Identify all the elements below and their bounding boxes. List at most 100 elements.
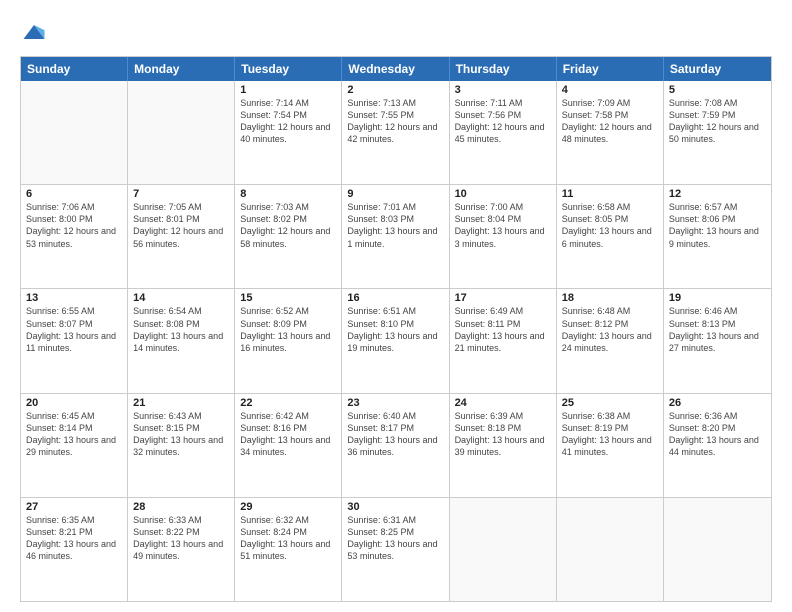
day-header-thursday: Thursday bbox=[450, 57, 557, 81]
day-info: Sunrise: 7:13 AMSunset: 7:55 PMDaylight:… bbox=[347, 97, 443, 146]
day-info: Sunrise: 6:49 AMSunset: 8:11 PMDaylight:… bbox=[455, 305, 551, 354]
day-cell-20: 20Sunrise: 6:45 AMSunset: 8:14 PMDayligh… bbox=[21, 394, 128, 497]
day-info: Sunrise: 6:38 AMSunset: 8:19 PMDaylight:… bbox=[562, 410, 658, 459]
day-cell-14: 14Sunrise: 6:54 AMSunset: 8:08 PMDayligh… bbox=[128, 289, 235, 392]
day-number: 20 bbox=[26, 397, 122, 409]
day-info: Sunrise: 6:33 AMSunset: 8:22 PMDaylight:… bbox=[133, 514, 229, 563]
calendar-body: 1Sunrise: 7:14 AMSunset: 7:54 PMDaylight… bbox=[21, 81, 771, 601]
day-header-saturday: Saturday bbox=[664, 57, 771, 81]
day-info: Sunrise: 6:55 AMSunset: 8:07 PMDaylight:… bbox=[26, 305, 122, 354]
day-cell-10: 10Sunrise: 7:00 AMSunset: 8:04 PMDayligh… bbox=[450, 185, 557, 288]
day-cell-24: 24Sunrise: 6:39 AMSunset: 8:18 PMDayligh… bbox=[450, 394, 557, 497]
day-number: 14 bbox=[133, 292, 229, 304]
day-info: Sunrise: 7:09 AMSunset: 7:58 PMDaylight:… bbox=[562, 97, 658, 146]
day-header-tuesday: Tuesday bbox=[235, 57, 342, 81]
day-number: 18 bbox=[562, 292, 658, 304]
day-number: 9 bbox=[347, 188, 443, 200]
day-cell-25: 25Sunrise: 6:38 AMSunset: 8:19 PMDayligh… bbox=[557, 394, 664, 497]
calendar-week-4: 20Sunrise: 6:45 AMSunset: 8:14 PMDayligh… bbox=[21, 393, 771, 497]
day-header-friday: Friday bbox=[557, 57, 664, 81]
day-number: 24 bbox=[455, 397, 551, 409]
day-number: 29 bbox=[240, 501, 336, 513]
day-cell-17: 17Sunrise: 6:49 AMSunset: 8:11 PMDayligh… bbox=[450, 289, 557, 392]
day-cell-7: 7Sunrise: 7:05 AMSunset: 8:01 PMDaylight… bbox=[128, 185, 235, 288]
day-info: Sunrise: 6:51 AMSunset: 8:10 PMDaylight:… bbox=[347, 305, 443, 354]
day-number: 15 bbox=[240, 292, 336, 304]
header bbox=[20, 18, 772, 46]
day-cell-26: 26Sunrise: 6:36 AMSunset: 8:20 PMDayligh… bbox=[664, 394, 771, 497]
day-info: Sunrise: 7:11 AMSunset: 7:56 PMDaylight:… bbox=[455, 97, 551, 146]
day-cell-30: 30Sunrise: 6:31 AMSunset: 8:25 PMDayligh… bbox=[342, 498, 449, 601]
day-cell-19: 19Sunrise: 6:46 AMSunset: 8:13 PMDayligh… bbox=[664, 289, 771, 392]
day-number: 30 bbox=[347, 501, 443, 513]
day-number: 2 bbox=[347, 84, 443, 96]
day-number: 23 bbox=[347, 397, 443, 409]
day-number: 19 bbox=[669, 292, 766, 304]
day-info: Sunrise: 6:31 AMSunset: 8:25 PMDaylight:… bbox=[347, 514, 443, 563]
day-cell-28: 28Sunrise: 6:33 AMSunset: 8:22 PMDayligh… bbox=[128, 498, 235, 601]
day-number: 5 bbox=[669, 84, 766, 96]
day-cell-15: 15Sunrise: 6:52 AMSunset: 8:09 PMDayligh… bbox=[235, 289, 342, 392]
day-cell-16: 16Sunrise: 6:51 AMSunset: 8:10 PMDayligh… bbox=[342, 289, 449, 392]
day-info: Sunrise: 7:08 AMSunset: 7:59 PMDaylight:… bbox=[669, 97, 766, 146]
empty-cell bbox=[450, 498, 557, 601]
day-info: Sunrise: 6:52 AMSunset: 8:09 PMDaylight:… bbox=[240, 305, 336, 354]
day-info: Sunrise: 6:40 AMSunset: 8:17 PMDaylight:… bbox=[347, 410, 443, 459]
day-cell-1: 1Sunrise: 7:14 AMSunset: 7:54 PMDaylight… bbox=[235, 81, 342, 184]
day-cell-8: 8Sunrise: 7:03 AMSunset: 8:02 PMDaylight… bbox=[235, 185, 342, 288]
day-cell-18: 18Sunrise: 6:48 AMSunset: 8:12 PMDayligh… bbox=[557, 289, 664, 392]
day-cell-6: 6Sunrise: 7:06 AMSunset: 8:00 PMDaylight… bbox=[21, 185, 128, 288]
empty-cell bbox=[557, 498, 664, 601]
empty-cell bbox=[664, 498, 771, 601]
day-info: Sunrise: 7:01 AMSunset: 8:03 PMDaylight:… bbox=[347, 201, 443, 250]
empty-cell bbox=[21, 81, 128, 184]
logo-icon bbox=[20, 18, 48, 46]
day-info: Sunrise: 6:43 AMSunset: 8:15 PMDaylight:… bbox=[133, 410, 229, 459]
day-number: 17 bbox=[455, 292, 551, 304]
day-cell-13: 13Sunrise: 6:55 AMSunset: 8:07 PMDayligh… bbox=[21, 289, 128, 392]
day-number: 6 bbox=[26, 188, 122, 200]
calendar-header-row: SundayMondayTuesdayWednesdayThursdayFrid… bbox=[21, 57, 771, 81]
day-info: Sunrise: 7:14 AMSunset: 7:54 PMDaylight:… bbox=[240, 97, 336, 146]
day-info: Sunrise: 6:58 AMSunset: 8:05 PMDaylight:… bbox=[562, 201, 658, 250]
logo bbox=[20, 18, 52, 46]
page: SundayMondayTuesdayWednesdayThursdayFrid… bbox=[0, 0, 792, 612]
day-number: 12 bbox=[669, 188, 766, 200]
day-info: Sunrise: 6:54 AMSunset: 8:08 PMDaylight:… bbox=[133, 305, 229, 354]
empty-cell bbox=[128, 81, 235, 184]
calendar-week-3: 13Sunrise: 6:55 AMSunset: 8:07 PMDayligh… bbox=[21, 288, 771, 392]
calendar-week-5: 27Sunrise: 6:35 AMSunset: 8:21 PMDayligh… bbox=[21, 497, 771, 601]
day-number: 27 bbox=[26, 501, 122, 513]
day-header-wednesday: Wednesday bbox=[342, 57, 449, 81]
day-info: Sunrise: 7:05 AMSunset: 8:01 PMDaylight:… bbox=[133, 201, 229, 250]
day-number: 26 bbox=[669, 397, 766, 409]
day-number: 16 bbox=[347, 292, 443, 304]
day-cell-5: 5Sunrise: 7:08 AMSunset: 7:59 PMDaylight… bbox=[664, 81, 771, 184]
day-number: 10 bbox=[455, 188, 551, 200]
day-number: 3 bbox=[455, 84, 551, 96]
day-info: Sunrise: 6:46 AMSunset: 8:13 PMDaylight:… bbox=[669, 305, 766, 354]
day-info: Sunrise: 6:57 AMSunset: 8:06 PMDaylight:… bbox=[669, 201, 766, 250]
day-info: Sunrise: 6:36 AMSunset: 8:20 PMDaylight:… bbox=[669, 410, 766, 459]
day-number: 28 bbox=[133, 501, 229, 513]
calendar-week-2: 6Sunrise: 7:06 AMSunset: 8:00 PMDaylight… bbox=[21, 184, 771, 288]
day-header-monday: Monday bbox=[128, 57, 235, 81]
day-number: 22 bbox=[240, 397, 336, 409]
day-cell-12: 12Sunrise: 6:57 AMSunset: 8:06 PMDayligh… bbox=[664, 185, 771, 288]
day-number: 11 bbox=[562, 188, 658, 200]
day-number: 8 bbox=[240, 188, 336, 200]
day-number: 4 bbox=[562, 84, 658, 96]
day-number: 21 bbox=[133, 397, 229, 409]
day-info: Sunrise: 6:45 AMSunset: 8:14 PMDaylight:… bbox=[26, 410, 122, 459]
day-header-sunday: Sunday bbox=[21, 57, 128, 81]
day-cell-9: 9Sunrise: 7:01 AMSunset: 8:03 PMDaylight… bbox=[342, 185, 449, 288]
day-number: 25 bbox=[562, 397, 658, 409]
day-info: Sunrise: 6:42 AMSunset: 8:16 PMDaylight:… bbox=[240, 410, 336, 459]
calendar: SundayMondayTuesdayWednesdayThursdayFrid… bbox=[20, 56, 772, 602]
day-info: Sunrise: 7:03 AMSunset: 8:02 PMDaylight:… bbox=[240, 201, 336, 250]
day-number: 7 bbox=[133, 188, 229, 200]
day-cell-23: 23Sunrise: 6:40 AMSunset: 8:17 PMDayligh… bbox=[342, 394, 449, 497]
day-info: Sunrise: 7:00 AMSunset: 8:04 PMDaylight:… bbox=[455, 201, 551, 250]
day-cell-27: 27Sunrise: 6:35 AMSunset: 8:21 PMDayligh… bbox=[21, 498, 128, 601]
calendar-week-1: 1Sunrise: 7:14 AMSunset: 7:54 PMDaylight… bbox=[21, 81, 771, 184]
